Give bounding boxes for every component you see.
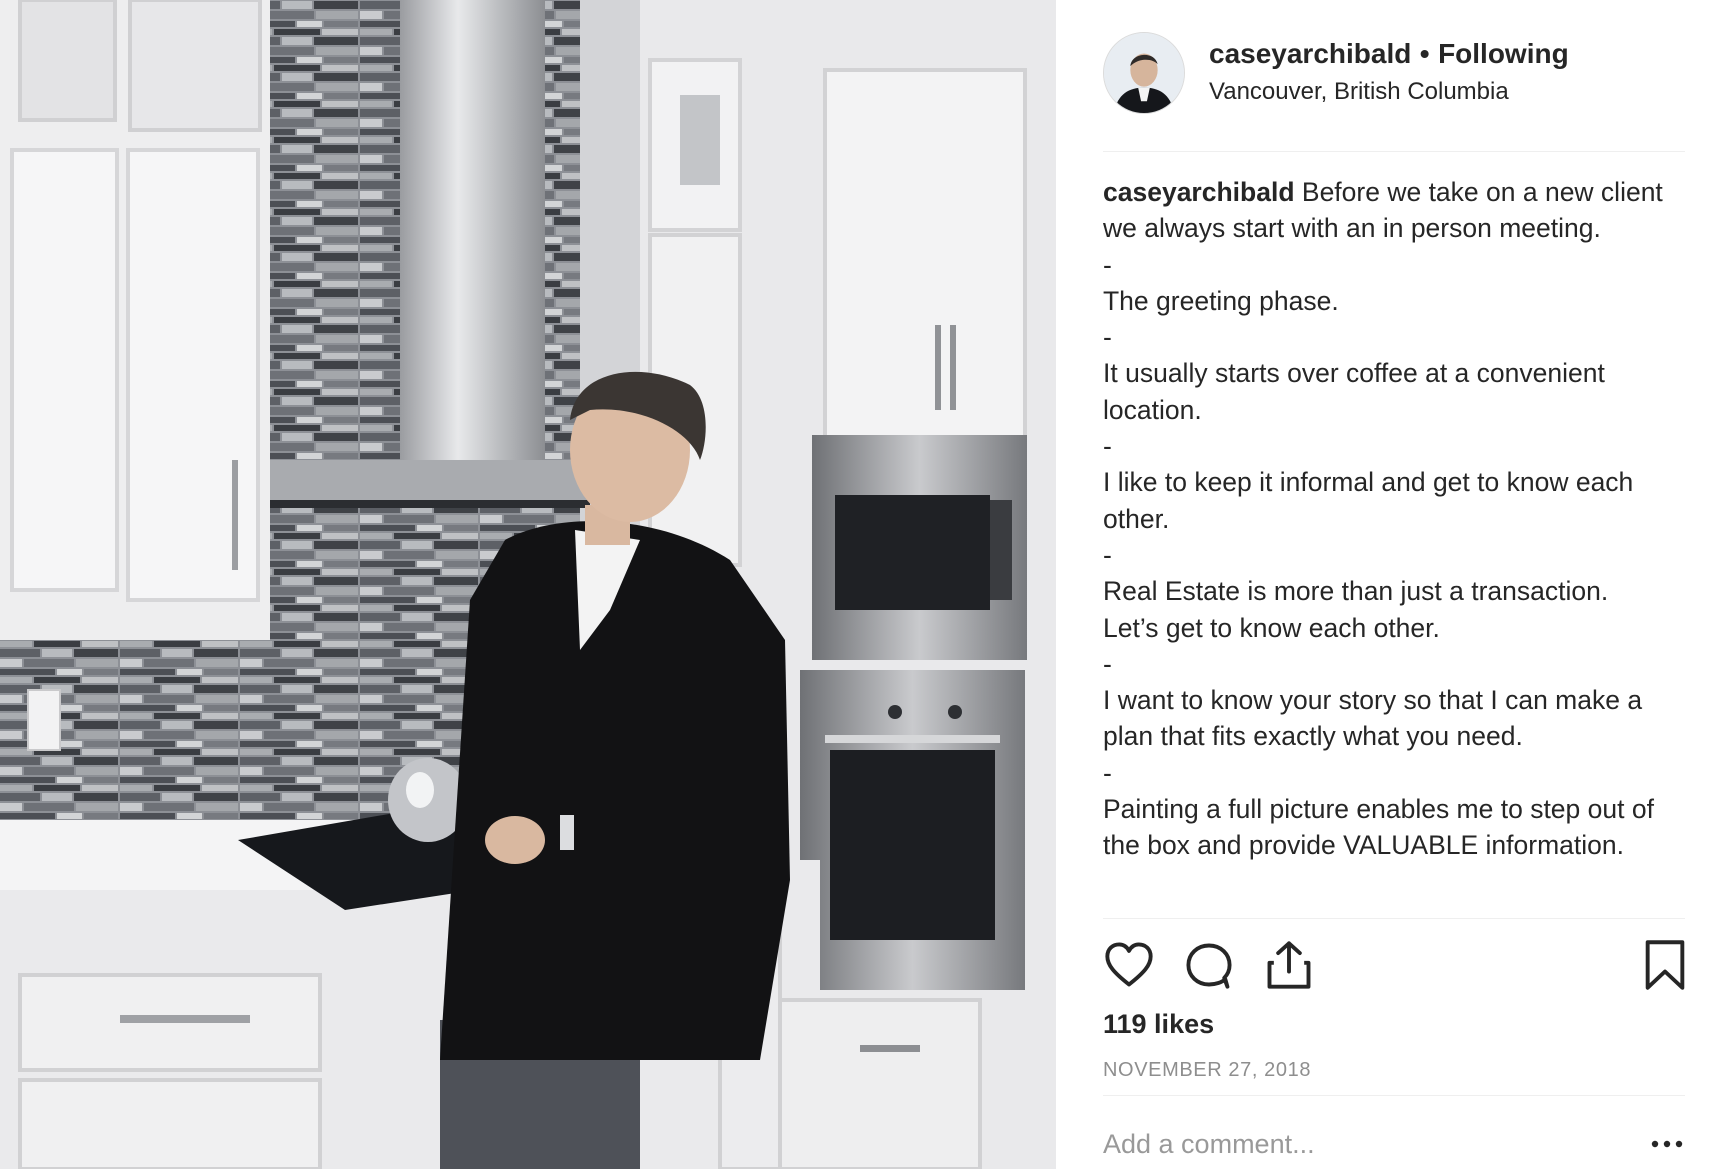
- action-icons: [1103, 939, 1685, 995]
- caption-line: -: [1103, 539, 1112, 570]
- post-date[interactable]: NOVEMBER 27, 2018: [1103, 1059, 1311, 1082]
- caption-line: I like to keep it informal and get to kn…: [1103, 467, 1634, 534]
- more-options-icon[interactable]: [1649, 1132, 1685, 1156]
- avatar-image: [1104, 33, 1184, 113]
- header-separator: •: [1419, 38, 1430, 69]
- likes-count[interactable]: 119 likes: [1103, 1009, 1214, 1040]
- caption-line: -: [1103, 757, 1112, 788]
- caption-line: -: [1103, 322, 1112, 353]
- heart-icon[interactable]: [1103, 939, 1155, 991]
- caption-line: Let’s get to know each other.: [1103, 612, 1440, 643]
- bookmark-icon[interactable]: [1639, 939, 1691, 991]
- caption-line: The greeting phase.: [1103, 285, 1339, 316]
- caption-username[interactable]: caseyarchibald: [1103, 177, 1295, 207]
- comment-bar: [1103, 1095, 1685, 1169]
- post-caption: caseyarchibald Before we take on a new c…: [1103, 174, 1693, 919]
- header-username[interactable]: caseyarchibald: [1209, 38, 1411, 69]
- caption-line: -: [1103, 431, 1112, 462]
- range-hood: [400, 0, 545, 470]
- kitchen-photo: [0, 0, 1056, 1169]
- following-button[interactable]: Following: [1438, 38, 1569, 69]
- caption-first-line: caseyarchibald Before we take on a new c…: [1103, 174, 1693, 247]
- caption-line: It usually starts over coffee at a conve…: [1103, 358, 1605, 425]
- avatar[interactable]: [1103, 32, 1185, 114]
- location-link[interactable]: Vancouver, British Columbia: [1209, 78, 1569, 106]
- post-sidebar: caseyarchibald • Following Vancouver, Br…: [1056, 0, 1714, 1169]
- caption-line: -: [1103, 648, 1112, 679]
- caption-line: -: [1103, 249, 1112, 280]
- header-text: caseyarchibald • Following Vancouver, Br…: [1209, 38, 1569, 106]
- caption-line: Real Estate is more than just a transact…: [1103, 576, 1609, 607]
- caption-line: I want to know your story so that I can …: [1103, 685, 1643, 752]
- post-photo[interactable]: [0, 0, 1056, 1169]
- caption-line: Painting a full picture enables me to st…: [1103, 794, 1654, 861]
- post-header: caseyarchibald • Following Vancouver, Br…: [1103, 32, 1685, 152]
- comment-icon[interactable]: [1183, 939, 1235, 991]
- share-icon[interactable]: [1263, 939, 1315, 991]
- post-actions: 119 likes NOVEMBER 27, 2018: [1103, 918, 1685, 1108]
- comment-input[interactable]: [1103, 1126, 1603, 1162]
